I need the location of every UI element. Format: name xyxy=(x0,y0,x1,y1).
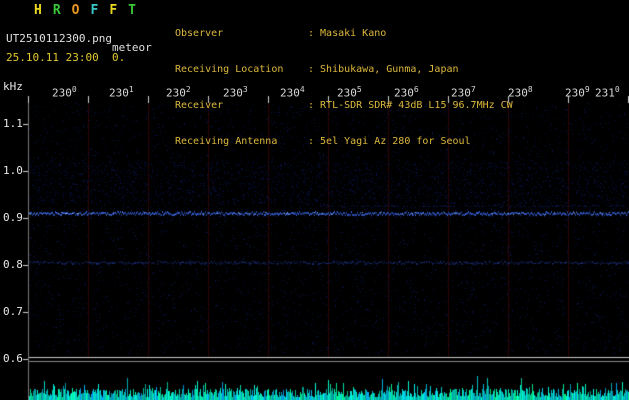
x-label-minute: 2 xyxy=(185,85,191,94)
title-letter: H xyxy=(34,3,42,18)
x-axis-label: 2303 xyxy=(223,84,248,100)
x-label-minute: 3 xyxy=(242,85,248,94)
info-value: : Masaki Kano xyxy=(308,28,387,39)
x-label-base: 230 xyxy=(451,86,471,100)
y-axis-label: 0.6 xyxy=(3,352,23,365)
y-axis-label: 1.0 xyxy=(3,164,23,177)
x-label-minute: 9 xyxy=(584,85,590,94)
x-axis-label: 2301 xyxy=(109,84,134,100)
x-label-base: 230 xyxy=(565,86,585,100)
x-label-base: 230 xyxy=(223,86,243,100)
y-axis-label: 0.9 xyxy=(3,211,23,224)
title-letter: R xyxy=(52,3,61,18)
app-title: HROFFT xyxy=(34,3,147,18)
info-label: Receiver xyxy=(175,100,224,111)
x-axis-label: 2300 xyxy=(52,84,77,100)
info-value: : 5el Yagi Az 280 for Seoul xyxy=(308,136,471,147)
info-value: : RTL-SDR SDR# 43dB L15 96.7MHz CW xyxy=(308,100,513,111)
x-label-minute: 5 xyxy=(356,85,362,94)
x-axis-label: 2302 xyxy=(166,84,191,100)
info-value: : Shibukawa, Gunma, Japan xyxy=(308,64,459,75)
info-row: Receiving Antenna : 5el Yagi Az 280 for … xyxy=(175,136,513,148)
info-row: Receiving Location : Shibukawa, Gunma, J… xyxy=(175,64,513,76)
x-axis-label: 2308 xyxy=(508,84,533,100)
x-axis-label: 2305 xyxy=(337,84,362,100)
y-axis-label: 0.8 xyxy=(3,258,23,271)
info-label: Receiving Antenna xyxy=(175,136,278,147)
x-axis-label: 2310 xyxy=(595,84,620,100)
x-label-minute: 0 xyxy=(614,85,620,94)
x-axis-label: 2307 xyxy=(451,84,476,100)
y-axis-label: 0.7 xyxy=(3,305,23,318)
hrofft-output: HROFFT UT2510112300.png meteor 25.10.11 … xyxy=(0,0,629,400)
x-label-minute: 0 xyxy=(71,85,77,94)
x-label-base: 230 xyxy=(166,86,186,100)
x-axis-label: 2309 xyxy=(565,84,590,100)
x-label-base: 230 xyxy=(508,86,528,100)
info-row: Receiver : RTL-SDR SDR# 43dB L15 96.7MHz… xyxy=(175,100,513,112)
x-label-minute: 4 xyxy=(299,85,305,94)
info-row: Observer : Masaki Kano xyxy=(175,28,513,40)
x-label-minute: 8 xyxy=(527,85,533,94)
info-label: Receiving Location xyxy=(175,64,284,75)
title-letter: F xyxy=(90,3,99,18)
title-letter: T xyxy=(128,3,136,18)
info-label: Observer xyxy=(175,28,224,39)
x-axis-label: 2306 xyxy=(394,84,419,100)
x-label-minute: 7 xyxy=(470,85,476,94)
x-label-base: 230 xyxy=(394,86,414,100)
x-label-minute: 1 xyxy=(128,85,134,94)
x-label-base: 231 xyxy=(595,86,615,100)
x-label-base: 230 xyxy=(109,86,129,100)
title-letter: O xyxy=(71,3,80,18)
y-axis-label: 1.1 xyxy=(3,117,23,130)
x-label-minute: 6 xyxy=(413,85,419,94)
y-axis-unit: kHz xyxy=(3,80,23,93)
x-label-base: 230 xyxy=(280,86,300,100)
datetime-label: 25.10.11 23:00 0. xyxy=(6,51,126,64)
x-label-base: 230 xyxy=(337,86,357,100)
title-letter: F xyxy=(109,3,118,18)
x-axis-label: 2304 xyxy=(280,84,305,100)
output-filename: UT2510112300.png xyxy=(6,32,112,45)
x-label-base: 230 xyxy=(52,86,72,100)
